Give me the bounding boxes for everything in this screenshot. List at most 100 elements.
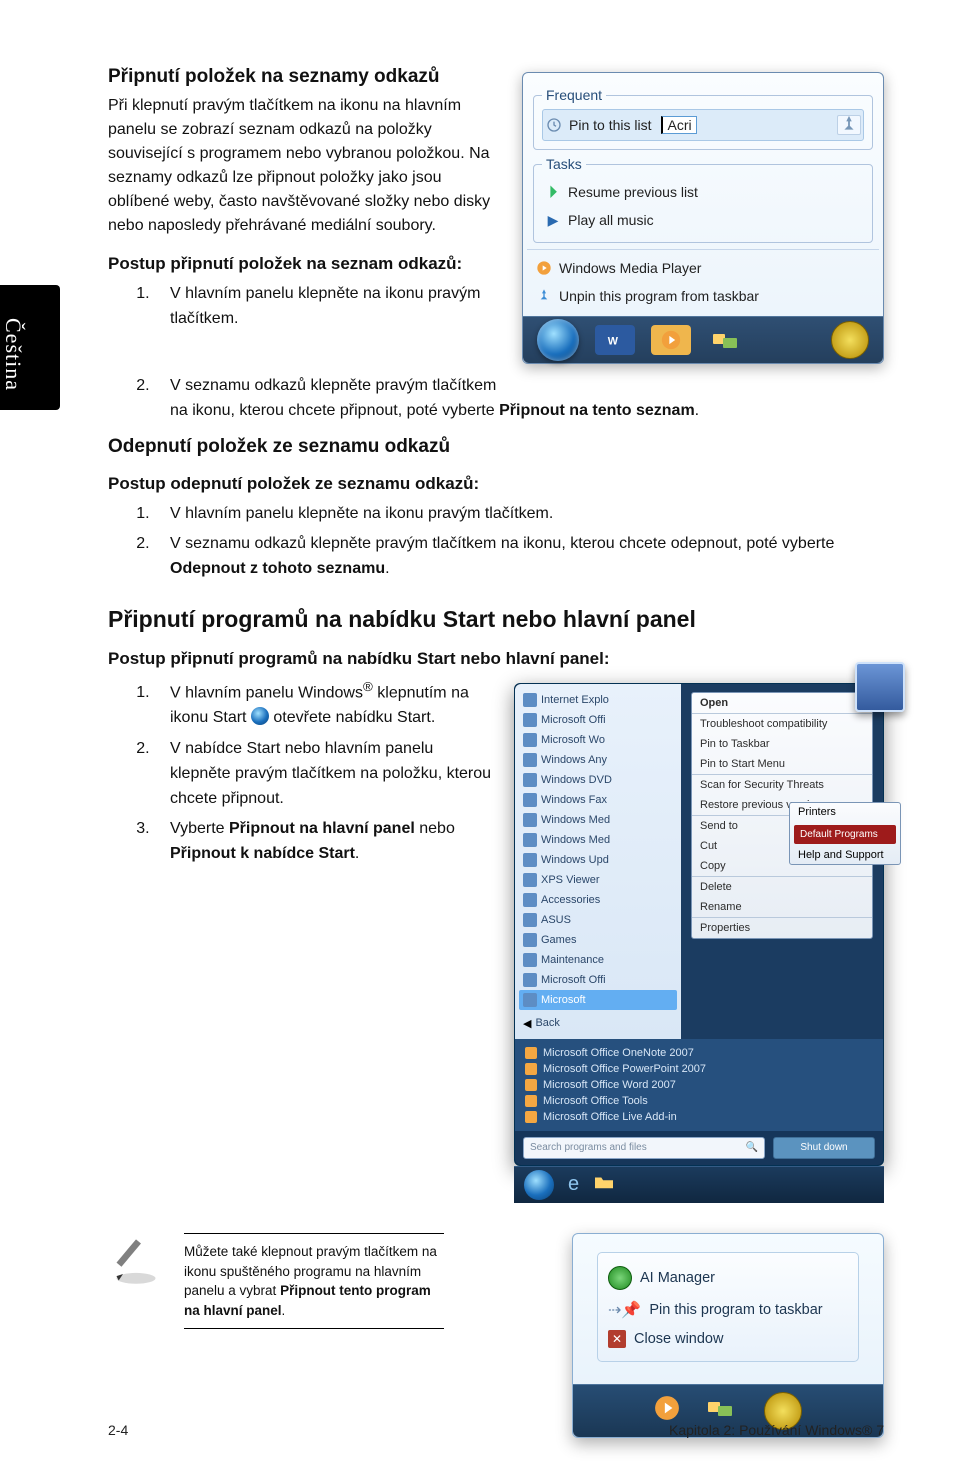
- jump-pin-row[interactable]: Pin to this list Acri: [542, 109, 864, 141]
- start-left-label: Windows Med: [541, 814, 610, 826]
- jump-playall-row[interactable]: ▶ Play all music: [542, 206, 864, 234]
- start-left-label: Games: [541, 934, 576, 946]
- start-left-item[interactable]: Windows DVD: [519, 770, 677, 790]
- jump-frequent-legend: Frequent: [542, 87, 606, 103]
- program-icon: [523, 973, 537, 987]
- section1-steps: V hlavním panelu klepněte na ikonu pravý…: [108, 282, 562, 332]
- printers-row[interactable]: Printers: [790, 803, 900, 821]
- start-left-item[interactable]: Internet Explo: [519, 690, 677, 710]
- start-left-item[interactable]: XPS Viewer: [519, 870, 677, 890]
- start-left-item[interactable]: Microsoft Wo: [519, 730, 677, 750]
- office-icon: [525, 1095, 537, 1107]
- jump-frequent-group: Frequent Pin to this list Acri: [533, 87, 873, 150]
- default-programs-btn[interactable]: Default Programs: [794, 825, 896, 844]
- start-mid-item[interactable]: Microsoft Office OneNote 2007: [525, 1045, 873, 1061]
- ai-manager-icon: [608, 1266, 632, 1290]
- jump-unpin-row[interactable]: Unpin this program from taskbar: [533, 282, 873, 310]
- start-search-input[interactable]: Search programs and files 🔍: [523, 1137, 765, 1159]
- start-left-item[interactable]: Maintenance: [519, 950, 677, 970]
- pin-close-row[interactable]: ✕ Close window: [608, 1325, 848, 1353]
- section2-title: Odepnutí položek ze seznamu odkazů: [108, 436, 884, 458]
- start-back-label: Back: [535, 1017, 559, 1029]
- taskbar-folder-icon[interactable]: [707, 325, 747, 355]
- program-icon: [523, 773, 537, 787]
- context-open[interactable]: Open: [692, 693, 872, 713]
- context-item[interactable]: Pin to Start Menu: [692, 754, 872, 774]
- start-left-item[interactable]: Microsoft: [519, 990, 677, 1010]
- start-left-label: Microsoft Wo: [541, 734, 605, 746]
- start-left-item[interactable]: Windows Fax: [519, 790, 677, 810]
- start-left-item[interactable]: Windows Med: [519, 810, 677, 830]
- pin-program-row[interactable]: ⇢📌 Pin this program to taskbar: [608, 1295, 848, 1325]
- start-taskbar-preview: e: [514, 1166, 884, 1203]
- taskbar-word-icon[interactable]: W: [595, 325, 635, 355]
- start-left-item[interactable]: Accessories: [519, 890, 677, 910]
- context-item[interactable]: Rename: [692, 897, 872, 917]
- start-mid-item[interactable]: Microsoft Office Live Add-in: [525, 1109, 873, 1125]
- start-mid-label: Microsoft Office Word 2007: [543, 1079, 676, 1091]
- start-left-label: Maintenance: [541, 954, 604, 966]
- start-left-item[interactable]: Microsoft Offi: [519, 970, 677, 990]
- jump-list-screenshot: Frequent Pin to this list Acri: [522, 72, 884, 364]
- start-left-label: Accessories: [541, 894, 600, 906]
- pin-icon[interactable]: [837, 115, 861, 135]
- context-item[interactable]: Properties: [692, 918, 872, 938]
- jump-resume-row[interactable]: ⏵ Resume previous list: [542, 178, 864, 206]
- close-icon: ✕: [608, 1330, 626, 1348]
- start-menu-right-pane: Open Troubleshoot compatibilityPin to Ta…: [681, 684, 883, 1039]
- help-support-row[interactable]: Help and Support: [790, 846, 900, 864]
- start-left-label: XPS Viewer: [541, 874, 600, 886]
- jump-wmp-label: Windows Media Player: [559, 260, 701, 276]
- shutdown-button[interactable]: Shut down: [773, 1137, 875, 1159]
- context-item[interactable]: Scan for Security Threats: [692, 775, 872, 795]
- office-icon: [525, 1063, 537, 1075]
- taskbar-asus-icon[interactable]: [831, 321, 869, 359]
- program-icon: [523, 933, 537, 947]
- section2-sub: Postup odepnutí položek ze seznamu odkaz…: [108, 474, 884, 494]
- start-left-label: Microsoft Offi: [541, 974, 606, 986]
- start-mid-label: Microsoft Office Live Add-in: [543, 1111, 677, 1123]
- pin-ai-row[interactable]: AI Manager: [608, 1261, 848, 1295]
- start-left-label: ASUS: [541, 914, 571, 926]
- section3-title: Připnutí programů na nabídku Start nebo …: [108, 606, 884, 633]
- section1-sub: Postup připnutí položek na seznam odkazů…: [108, 254, 516, 274]
- start-mid-label: Microsoft Office Tools: [543, 1095, 648, 1107]
- taskbar-folder-small-icon[interactable]: [593, 1173, 615, 1196]
- context-item[interactable]: Delete: [692, 877, 872, 897]
- section1-step-1: V hlavním panelu klepněte na ikonu pravý…: [154, 282, 562, 332]
- start-mid-item[interactable]: Microsoft Office PowerPoint 2007: [525, 1061, 873, 1077]
- jump-tasks-group: Tasks ⏵ Resume previous list ▶ Play all …: [533, 156, 873, 243]
- search-icon: 🔍: [746, 1142, 758, 1153]
- user-avatar-icon: [855, 662, 905, 712]
- pin-close-label: Close window: [634, 1331, 723, 1347]
- start-orb-icon[interactable]: [537, 319, 579, 361]
- jump-wmp-row[interactable]: Windows Media Player: [533, 254, 873, 282]
- start-left-label: Windows Any: [541, 754, 607, 766]
- jump-divider: [527, 249, 879, 250]
- context-item[interactable]: Pin to Taskbar: [692, 734, 872, 754]
- taskbar-wmp-icon[interactable]: [651, 325, 691, 355]
- start-menu-footer: Search programs and files 🔍 Shut down: [515, 1131, 883, 1165]
- start-left-item[interactable]: ASUS: [519, 910, 677, 930]
- start-back-row[interactable]: ◀ Back: [519, 1014, 677, 1033]
- program-icon: [523, 913, 537, 927]
- start-left-item[interactable]: Windows Upd: [519, 850, 677, 870]
- start-mid-item[interactable]: Microsoft Office Word 2007: [525, 1077, 873, 1093]
- start-left-label: Microsoft: [541, 994, 586, 1006]
- start-menu-mid-list: Microsoft Office OneNote 2007Microsoft O…: [515, 1039, 883, 1131]
- start-left-item[interactable]: Windows Any: [519, 750, 677, 770]
- section1-body: Při klepnutí pravým tlačítkem na ikonu n…: [108, 94, 516, 238]
- start-orb-small-icon[interactable]: [524, 1170, 554, 1200]
- language-side-tab: Čeština: [0, 285, 60, 410]
- start-mid-item[interactable]: Microsoft Office Tools: [525, 1093, 873, 1109]
- context-item[interactable]: Troubleshoot compatibility: [692, 714, 872, 734]
- program-icon: [523, 733, 537, 747]
- section3-step-3: Vyberte Připnout na hlavní panel nebo Př…: [154, 817, 562, 867]
- pin-program-label: Pin this program to taskbar: [649, 1302, 822, 1318]
- svg-text:W: W: [608, 336, 619, 348]
- office-icon: [525, 1111, 537, 1123]
- start-left-item[interactable]: Microsoft Offi: [519, 710, 677, 730]
- start-left-item[interactable]: Games: [519, 930, 677, 950]
- taskbar-ie-icon[interactable]: e: [568, 1173, 579, 1196]
- start-left-item[interactable]: Windows Med: [519, 830, 677, 850]
